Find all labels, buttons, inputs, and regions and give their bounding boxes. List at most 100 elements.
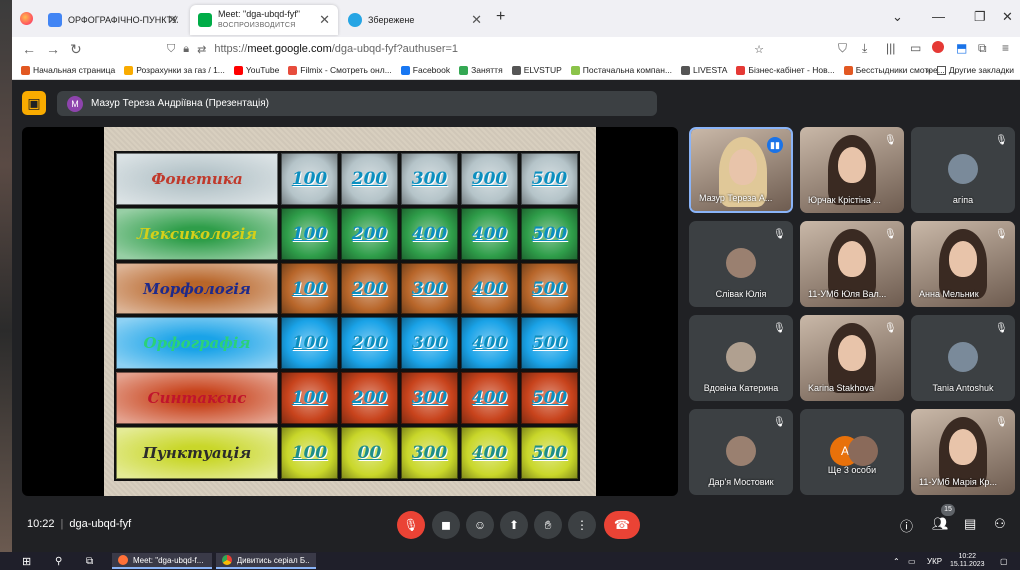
points-cell[interactable]: 200: [341, 317, 398, 370]
participant-tile[interactable]: А Ще 3 особи: [800, 409, 904, 495]
points-cell[interactable]: 400: [461, 427, 518, 479]
close-tab-icon[interactable]: ✕: [167, 12, 178, 28]
participant-tile[interactable]: 🎙︎ Анна Мельник: [911, 221, 1015, 307]
clock[interactable]: 10:22 15.11.2023: [950, 553, 985, 569]
participant-tile[interactable]: 🎙︎ Юрчак Крістіна ...: [800, 127, 904, 213]
bookmark-item[interactable]: Постачальна компан...: [570, 65, 672, 75]
end-call-button[interactable]: ☎︎: [604, 511, 640, 539]
bookmark-item[interactable]: Бізнес-кабінет - Нов...: [736, 65, 835, 75]
search-icon[interactable]: ⚲: [55, 553, 62, 569]
points-cell[interactable]: 100: [281, 153, 338, 205]
points-cell[interactable]: 300: [401, 372, 458, 425]
address-bar[interactable]: ⛉ 🔒︎ ⇄ https://meet.google.com/dga-ubqd-…: [167, 39, 772, 59]
points-cell[interactable]: 500: [521, 207, 578, 260]
points-cell[interactable]: 100: [281, 262, 338, 315]
mic-off-button[interactable]: 🎙︎: [397, 511, 425, 539]
adblock-icon[interactable]: [932, 41, 944, 53]
close-tab-icon[interactable]: ✕: [471, 12, 482, 28]
reload-icon[interactable]: ↻: [70, 41, 82, 58]
presentation-icon[interactable]: ▣: [22, 91, 46, 115]
people-icon[interactable]: 👥︎: [932, 516, 949, 532]
present-button[interactable]: ⬆: [500, 511, 528, 539]
points-cell[interactable]: 400: [461, 207, 518, 260]
participant-tile[interactable]: 🎙︎ Karina Stakhova: [800, 315, 904, 401]
back-icon[interactable]: ←: [22, 41, 36, 57]
points-cell[interactable]: 200: [341, 153, 398, 205]
save-pocket-icon[interactable]: ⛉: [838, 41, 847, 56]
close-tab-icon[interactable]: ✕: [319, 12, 330, 28]
points-cell[interactable]: 400: [461, 372, 518, 425]
tab-list-icon[interactable]: ⌄: [892, 9, 903, 25]
bookmark-item[interactable]: Розрахунки за газ / 1...: [124, 65, 225, 75]
maximize-icon[interactable]: ❐: [974, 9, 986, 25]
notifications-icon[interactable]: ▢: [1000, 553, 1008, 569]
points-cell[interactable]: 200: [341, 262, 398, 315]
more-options-button[interactable]: ⋮: [568, 511, 596, 539]
points-cell[interactable]: 900: [461, 153, 518, 205]
points-cell[interactable]: 400: [461, 262, 518, 315]
chat-icon[interactable]: ▤: [964, 516, 976, 532]
raise-hand-button[interactable]: ✋︎: [534, 511, 562, 539]
points-cell[interactable]: 100: [281, 317, 338, 370]
participant-tile[interactable]: 🎙︎ Слівак Юлія: [689, 221, 793, 307]
new-tab-button[interactable]: +: [496, 8, 505, 26]
points-cell[interactable]: 300: [401, 262, 458, 315]
points-cell[interactable]: 500: [521, 372, 578, 425]
points-cell[interactable]: 500: [521, 153, 578, 205]
activities-icon[interactable]: ⚇: [994, 516, 1006, 532]
participant-tile[interactable]: 🎙︎ 11-УМб Марія Кр...: [911, 409, 1015, 495]
bookmark-item[interactable]: Заняття: [459, 65, 503, 75]
points-cell[interactable]: 100: [281, 207, 338, 260]
participant-tile[interactable]: ▮▮ Мазур Тереза А...: [689, 127, 793, 213]
bookmark-item[interactable]: LIVESTA: [681, 65, 727, 75]
participant-tile[interactable]: 🎙︎ 11-УМб Юля Вал...: [800, 221, 904, 307]
points-cell[interactable]: 100: [281, 372, 338, 425]
firefox-menu-icon[interactable]: [20, 12, 33, 25]
taskbar-app-chrome[interactable]: Дивитись серіал Б...: [216, 553, 316, 569]
points-cell[interactable]: 300: [401, 317, 458, 370]
participant-tile[interactable]: 🎙︎ Вдовіна Катерина: [689, 315, 793, 401]
sidebar-icon[interactable]: ▭: [910, 41, 921, 55]
tab-orthography[interactable]: ОРФОГРАФІЧНО-ПУНКТУАЦІЙ ✕: [40, 5, 186, 35]
points-cell[interactable]: 400: [461, 317, 518, 370]
points-cell[interactable]: 300: [401, 427, 458, 479]
tab-saved[interactable]: Збережене ✕: [340, 5, 490, 35]
bookmark-star-icon[interactable]: ☆: [754, 43, 764, 56]
points-cell[interactable]: 300: [401, 153, 458, 205]
taskview-icon[interactable]: ⧉: [86, 553, 93, 569]
participant-tile[interactable]: 🎙︎ агіпа: [911, 127, 1015, 213]
language-indicator[interactable]: УКР: [927, 553, 942, 569]
close-window-icon[interactable]: ✕: [1002, 9, 1013, 25]
info-icon[interactable]: ⓘ: [900, 516, 913, 535]
taskbar-app-meet[interactable]: Meet: "dga-ubqd-f...: [112, 553, 212, 569]
other-bookmarks[interactable]: » Другие закладки: [926, 65, 1014, 75]
translate-icon[interactable]: ⬒: [956, 41, 967, 55]
bookmark-item[interactable]: Facebook: [400, 65, 450, 75]
points-cell[interactable]: 500: [521, 262, 578, 315]
points-cell[interactable]: 500: [521, 317, 578, 370]
camera-button[interactable]: ◼︎: [432, 511, 460, 539]
bookmark-item[interactable]: YouTube: [233, 65, 279, 75]
extensions-icon[interactable]: ⧉: [978, 41, 987, 56]
start-icon[interactable]: ⊞: [22, 553, 31, 569]
bookmark-item[interactable]: ELVSTUP: [511, 65, 562, 75]
forward-icon[interactable]: →: [46, 41, 60, 57]
network-icon[interactable]: ▭: [908, 553, 916, 569]
tab-meet[interactable]: Meet: "dga-ubqd-fyf" ВОСПРОИЗВОДИТСЯ ✕: [190, 5, 338, 35]
points-cell[interactable]: 500: [521, 427, 578, 479]
download-icon[interactable]: ⤓: [862, 41, 867, 56]
participant-tile[interactable]: 🎙︎ Дар'я Мостовик: [689, 409, 793, 495]
points-cell[interactable]: 200: [341, 207, 398, 260]
participant-tile[interactable]: 🎙︎ Tania Antoshuk: [911, 315, 1015, 401]
bookmark-item[interactable]: Начальная страница: [21, 65, 115, 75]
points-cell[interactable]: 100: [281, 427, 338, 479]
minimize-icon[interactable]: —: [932, 9, 945, 24]
points-cell[interactable]: 00: [341, 427, 398, 479]
menu-icon[interactable]: ≡: [1002, 41, 1009, 55]
bookmark-item[interactable]: Filmix - Смотреть онл...: [288, 65, 392, 75]
points-cell[interactable]: 400: [401, 207, 458, 260]
tray-chevron-icon[interactable]: ⌃: [893, 553, 900, 569]
library-icon[interactable]: |||: [886, 41, 895, 55]
points-cell[interactable]: 200: [341, 372, 398, 425]
reactions-button[interactable]: ☺: [466, 511, 494, 539]
